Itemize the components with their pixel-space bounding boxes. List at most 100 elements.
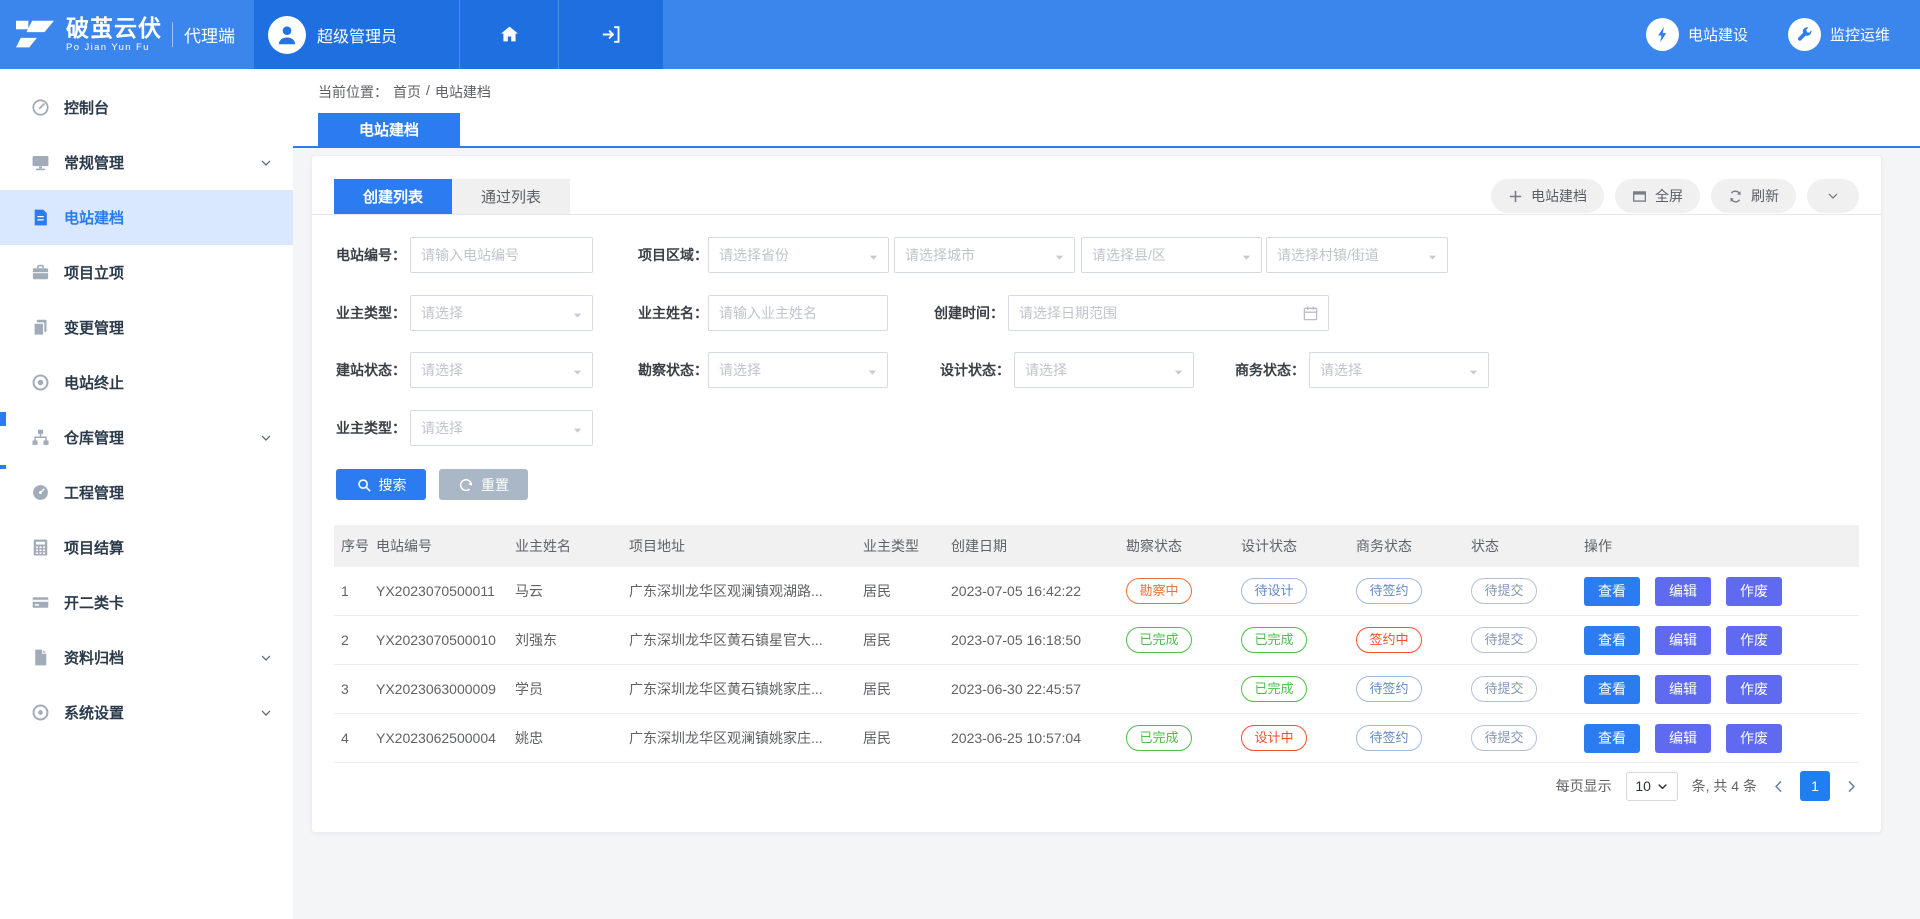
content-panel: 创建列表通过列表 电站建档全屏刷新 电站编号：请输入电站编号项目区域：请选择省份… (311, 155, 1882, 833)
sidebar-item-6[interactable]: 仓库管理 (0, 410, 293, 465)
date-range-input[interactable]: 请选择日期范围 (1008, 295, 1329, 331)
province-select[interactable]: 请选择省份 (708, 237, 889, 273)
tab-1[interactable]: 通过列表 (452, 179, 570, 214)
cell-business-status: 签约中 (1356, 627, 1471, 653)
view-button[interactable]: 查看 (1584, 626, 1640, 655)
logout-button[interactable] (558, 0, 663, 69)
home-button[interactable] (459, 0, 558, 69)
sidebar-item-4[interactable]: 变更管理 (0, 300, 293, 355)
column-header-6: 勘察状态 (1126, 536, 1241, 556)
collapse-button[interactable] (1807, 179, 1859, 213)
sidebar-item-9[interactable]: 开二类卡 (0, 575, 293, 630)
cell-actions: 查看编辑作废 (1584, 675, 1859, 704)
filter-label: 业主姓名： (638, 303, 704, 323)
next-page-button[interactable] (1844, 779, 1859, 794)
per-page-select[interactable]: 10 (1626, 772, 1678, 801)
user-section: 超级管理员 (254, 0, 663, 69)
filter-label: 业主类型： (336, 303, 406, 323)
owner-name-input[interactable]: 请输入业主姓名 (708, 295, 888, 331)
calculator-icon (30, 538, 50, 557)
dropdown-caret-icon (1427, 250, 1438, 266)
sidebar-item-5[interactable]: 电站终止 (0, 355, 293, 410)
town-select[interactable]: 请选择村镇/街道 (1266, 237, 1448, 273)
filter-field-owner-type-select: 业主类型：请选择 (336, 295, 593, 331)
cell-owner: 学员 (515, 679, 629, 699)
sidebar-item-10[interactable]: 资料归档 (0, 630, 293, 685)
cell-owner: 刘强东 (515, 630, 629, 650)
void-button[interactable]: 作废 (1726, 675, 1782, 704)
cell-type: 居民 (863, 679, 951, 699)
settings-icon (30, 703, 50, 722)
user-menu[interactable]: 超级管理员 (254, 0, 459, 69)
edit-button[interactable]: 编辑 (1655, 675, 1711, 704)
edit-button[interactable]: 编辑 (1655, 577, 1711, 606)
cell-survey-status: 已完成 (1126, 725, 1241, 751)
total-label: 条, 共 4 条 (1692, 776, 1757, 796)
cell-design-status: 已完成 (1241, 676, 1356, 702)
column-header-9: 状态 (1471, 536, 1584, 556)
owner-type-select[interactable]: 请选择 (410, 295, 593, 331)
design-status-select[interactable]: 请选择 (1014, 352, 1194, 388)
status-badge: 待签约 (1356, 578, 1422, 604)
nav-item-station-build[interactable]: 电站建设 (1646, 18, 1748, 51)
filter-buttons: 搜索 重置 (336, 469, 528, 500)
sidebar-item-2[interactable]: 电站建档 (0, 190, 293, 245)
edit-button[interactable]: 编辑 (1655, 626, 1711, 655)
breadcrumb-prefix: 当前位置： (318, 82, 388, 102)
edit-button[interactable]: 编辑 (1655, 724, 1711, 753)
tab-0[interactable]: 创建列表 (334, 179, 452, 214)
reset-button[interactable]: 重置 (439, 469, 528, 500)
business-status-select[interactable]: 请选择 (1309, 352, 1489, 388)
gauge-icon (30, 483, 50, 502)
cell-actions: 查看编辑作废 (1584, 577, 1859, 606)
cell-index: 2 (334, 632, 376, 648)
owner-type-select-2[interactable]: 请选择 (410, 410, 593, 446)
filter-row-3: 建站状态：请选择勘察状态：请选择设计状态：请选择商务状态：请选择 (312, 352, 1881, 388)
table-header-row: 序号电站编号业主姓名项目地址业主类型创建日期勘察状态设计状态商务状态状态操作 (334, 525, 1859, 567)
sidebar-scrollbar-thumb[interactable] (0, 412, 6, 426)
filter-label: 商务状态： (1235, 360, 1305, 380)
build-status-select[interactable]: 请选择 (410, 352, 593, 388)
void-button[interactable]: 作废 (1726, 626, 1782, 655)
sidebar: 控制台常规管理电站建档项目立项变更管理电站终止仓库管理工程管理项目结算开二类卡资… (0, 69, 293, 919)
create-station-button[interactable]: 电站建档 (1491, 179, 1604, 213)
breadcrumb: 当前位置： 首页 / 电站建档 (318, 82, 491, 102)
city-select[interactable]: 请选择城市 (894, 237, 1075, 273)
filter-field-design-status-select: 设计状态：请选择 (940, 352, 1194, 388)
cell-type: 居民 (863, 728, 951, 748)
list-tabs: 创建列表通过列表 (334, 179, 570, 214)
station-code-input[interactable]: 请输入电站编号 (410, 237, 593, 273)
search-button[interactable]: 搜索 (336, 469, 426, 500)
district-select[interactable]: 请选择县/区 (1081, 237, 1262, 273)
column-header-0: 序号 (334, 536, 376, 556)
view-button[interactable]: 查看 (1584, 577, 1640, 606)
prev-page-button[interactable] (1771, 779, 1786, 794)
sidebar-item-7[interactable]: 工程管理 (0, 465, 293, 520)
cell-survey-status: 已完成 (1126, 627, 1241, 653)
breadcrumb-current: 电站建档 (435, 82, 491, 102)
void-button[interactable]: 作废 (1726, 724, 1782, 753)
cell-address: 广东深圳龙华区黄石镇姚家庄... (629, 679, 863, 699)
sidebar-item-3[interactable]: 项目立项 (0, 245, 293, 300)
refresh-button[interactable]: 刷新 (1711, 179, 1796, 213)
sidebar-item-11[interactable]: 系统设置 (0, 685, 293, 740)
nav-item-monitor-ops[interactable]: 监控运维 (1788, 18, 1890, 51)
void-button[interactable]: 作废 (1726, 577, 1782, 606)
fullscreen-button[interactable]: 全屏 (1615, 179, 1700, 213)
cell-design-status: 已完成 (1241, 627, 1356, 653)
sidebar-item-8[interactable]: 项目结算 (0, 520, 293, 575)
page-tab-station-archive[interactable]: 电站建档 (318, 113, 460, 146)
status-badge: 待提交 (1471, 627, 1537, 653)
sidebar-item-0[interactable]: 控制台 (0, 80, 293, 135)
filter-label: 设计状态： (940, 360, 1010, 380)
survey-status-select[interactable]: 请选择 (708, 352, 888, 388)
cell-index: 1 (334, 583, 376, 599)
status-badge: 待提交 (1471, 676, 1537, 702)
sidebar-item-1[interactable]: 常规管理 (0, 135, 293, 190)
dropdown-caret-icon (572, 423, 583, 439)
view-button[interactable]: 查看 (1584, 724, 1640, 753)
sidebar-scrollbar-thumb[interactable] (0, 465, 6, 469)
view-button[interactable]: 查看 (1584, 675, 1640, 704)
breadcrumb-home-link[interactable]: 首页 (393, 82, 421, 102)
page-1-button[interactable]: 1 (1800, 771, 1830, 801)
